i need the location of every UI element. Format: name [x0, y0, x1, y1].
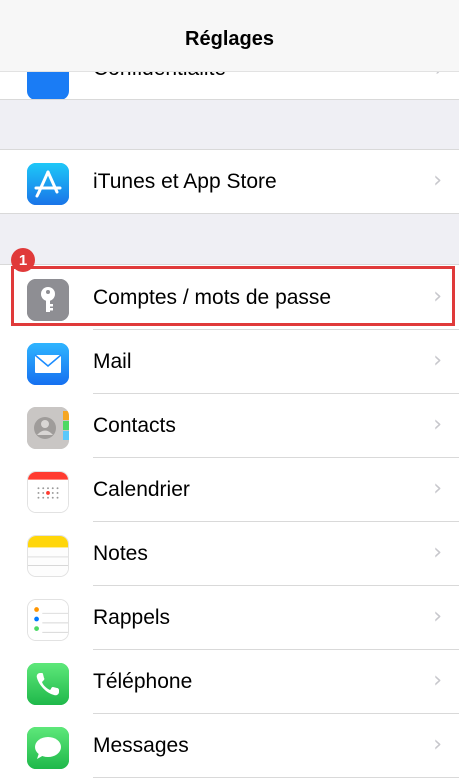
navigation-bar: Réglages [0, 0, 459, 72]
settings-row-label: Comptes / mots de passe [93, 286, 332, 309]
settings-row-phone[interactable]: Téléphone › [0, 650, 459, 714]
key-icon [27, 279, 69, 321]
app-store-icon [27, 163, 69, 205]
chevron-right-icon: › [433, 284, 442, 309]
reminders-icon [27, 599, 69, 641]
chevron-right-icon: › [433, 604, 442, 629]
chevron-right-icon: › [433, 348, 442, 373]
settings-row-label: Contacts [93, 414, 176, 437]
contacts-icon [27, 407, 69, 449]
page-title: Réglages [185, 28, 274, 50]
chevron-right-icon: › [433, 540, 442, 565]
settings-row-reminders[interactable]: Rappels › [0, 586, 459, 650]
calendar-icon [27, 471, 69, 513]
settings-row-accounts-passwords[interactable]: Comptes / mots de passe › [0, 266, 459, 330]
chevron-right-icon: › [433, 412, 442, 437]
section-separator [0, 213, 459, 265]
chevron-right-icon: › [433, 168, 442, 193]
settings-row-messages[interactable]: Messages › [0, 714, 459, 778]
settings-row-mail[interactable]: Mail › [0, 330, 459, 394]
settings-row-calendar[interactable]: Calendrier › [0, 458, 459, 522]
settings-row-label: Notes [93, 542, 148, 565]
chevron-right-icon: › [433, 668, 442, 693]
notes-icon [27, 535, 69, 577]
chevron-right-icon: › [433, 732, 442, 757]
step-badge: 1 [11, 248, 35, 272]
phone-icon [27, 663, 69, 705]
envelope-icon [27, 343, 69, 385]
settings-row-label: Téléphone [93, 670, 193, 693]
settings-row-label: Rappels [93, 606, 171, 629]
settings-row-label: Calendrier [93, 478, 190, 501]
settings-row-label: Messages [93, 734, 189, 757]
settings-row-notes[interactable]: Notes › [0, 522, 459, 586]
section-separator [0, 100, 459, 150]
settings-row-contacts[interactable]: Contacts › [0, 394, 459, 458]
settings-row-itunes-app-store[interactable]: iTunes et App Store › [0, 150, 459, 214]
settings-row-label: iTunes et App Store [93, 170, 277, 193]
chevron-right-icon: › [433, 476, 442, 501]
settings-row-label: Mail [93, 350, 132, 373]
messages-icon [27, 727, 69, 769]
